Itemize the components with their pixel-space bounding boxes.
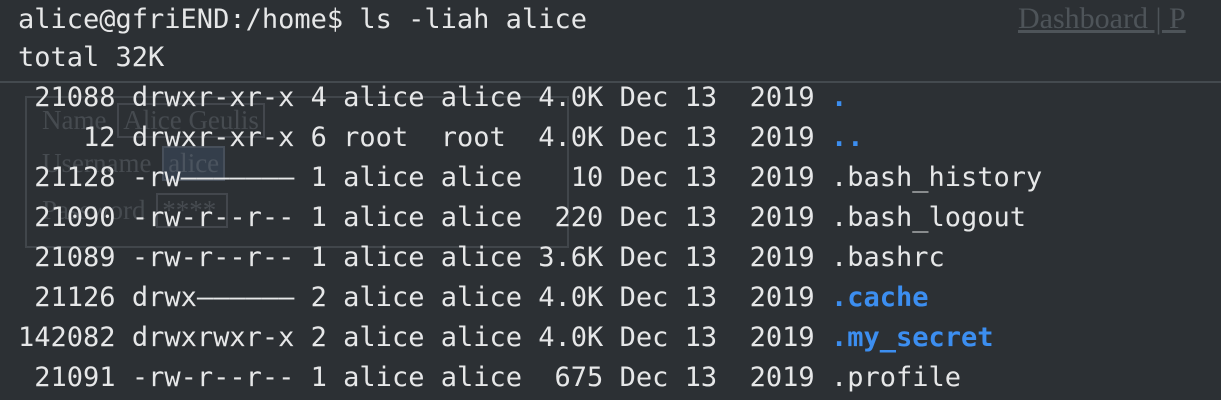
modified-day: 13 [684, 242, 718, 273]
modified-day: 13 [684, 322, 718, 353]
file-name: .bash_logout [830, 202, 1027, 233]
modified-month: Dec [619, 282, 669, 313]
listing-row: 21126 drwx—————— 2 alice alice 4.0K Dec … [18, 278, 928, 318]
permissions: drwxr-xr-x [131, 122, 295, 153]
total-line: total 32K [18, 42, 165, 73]
modified-month: Dec [619, 122, 669, 153]
listing-row: 21128 -rw——————— 1 alice alice 10 Dec 13… [18, 158, 1042, 198]
modified-day: 13 [684, 162, 718, 193]
modified-day: 13 [684, 282, 718, 313]
file-size: 4.0K [538, 82, 604, 113]
group: alice [440, 362, 522, 393]
link-count: 2 [310, 322, 327, 353]
link-count: 2 [310, 282, 327, 313]
modified-year: 2019 [749, 162, 815, 193]
modified-month: Dec [619, 362, 669, 393]
group: alice [440, 282, 522, 313]
owner: alice [343, 242, 425, 273]
inode-number: 21088 [34, 82, 116, 113]
file-name: .profile [830, 362, 961, 393]
group: alice [440, 202, 522, 233]
permissions: -rw-r--r-- [131, 242, 295, 273]
listing-row: 21091 -rw-r--r-- 1 alice alice 675 Dec 1… [18, 358, 961, 398]
modified-month: Dec [619, 162, 669, 193]
owner: root [343, 122, 409, 153]
modified-year: 2019 [749, 82, 815, 113]
group: alice [440, 82, 522, 113]
command-text: ls -liah alice [359, 4, 587, 35]
terminal-window[interactable]: Dashboard | P Name Alice Geulis Username… [0, 0, 1221, 400]
file-size: 220 [554, 202, 604, 233]
link-count: 1 [310, 202, 327, 233]
directory-name: .. [830, 122, 864, 153]
owner: alice [343, 322, 425, 353]
directory-name: . [830, 82, 848, 113]
link-count: 1 [310, 242, 327, 273]
file-size: 675 [554, 362, 604, 393]
modified-day: 13 [684, 202, 718, 233]
modified-year: 2019 [749, 122, 815, 153]
owner: alice [343, 202, 425, 233]
permissions: drwxrwxr-x [131, 322, 295, 353]
group: alice [440, 242, 522, 273]
modified-year: 2019 [749, 362, 815, 393]
listing-row: 21088 drwxr-xr-x 4 alice alice 4.0K Dec … [18, 78, 847, 118]
link-count: 4 [310, 82, 327, 113]
file-size: 4.0K [538, 122, 604, 153]
permissions: drwxr-xr-x [131, 82, 295, 113]
group: root [440, 122, 506, 153]
file-name: .bash_history [830, 162, 1043, 193]
file-size: 10 [570, 162, 604, 193]
file-name: .bashrc [830, 242, 945, 273]
terminal-output[interactable]: alice@gfriEND:/home$ ls -liah alice tota… [0, 0, 1221, 400]
modified-day: 13 [684, 362, 718, 393]
permissions: drwx—————— [131, 282, 295, 313]
owner: alice [343, 362, 425, 393]
inode-number: 21089 [34, 242, 116, 273]
modified-day: 13 [684, 122, 718, 153]
permissions: -rw——————— [131, 162, 295, 193]
modified-month: Dec [619, 82, 669, 113]
inode-number: 142082 [18, 322, 116, 353]
owner: alice [343, 162, 425, 193]
modified-month: Dec [619, 242, 669, 273]
group: alice [440, 162, 522, 193]
listing-row: 21090 -rw-r--r-- 1 alice alice 220 Dec 1… [18, 198, 1026, 238]
file-size: 4.0K [538, 322, 604, 353]
owner: alice [343, 282, 425, 313]
inode-number: 21091 [34, 362, 116, 393]
modified-year: 2019 [749, 242, 815, 273]
listing-row: 142082 drwxrwxr-x 2 alice alice 4.0K Dec… [18, 318, 994, 358]
shell-prompt: alice@gfriEND:/home$ [18, 4, 344, 35]
directory-name: .my_secret [830, 322, 994, 353]
inode-number: 12 [83, 122, 116, 153]
modified-year: 2019 [749, 282, 815, 313]
modified-year: 2019 [749, 322, 815, 353]
link-count: 1 [310, 162, 327, 193]
modified-month: Dec [619, 322, 669, 353]
modified-month: Dec [619, 202, 669, 233]
command-line: alice@gfriEND:/home$ ls -liah alice [18, 0, 587, 40]
inode-number: 21090 [34, 202, 116, 233]
modified-year: 2019 [749, 202, 815, 233]
listing-row: 21089 -rw-r--r-- 1 alice alice 3.6K Dec … [18, 238, 945, 278]
directory-name: .cache [830, 282, 929, 313]
file-size: 4.0K [538, 282, 604, 313]
link-count: 1 [310, 362, 327, 393]
permissions: -rw-r--r-- [131, 202, 295, 233]
permissions: -rw-r--r-- [131, 362, 295, 393]
listing-row: 12 drwxr-xr-x 6 root root 4.0K Dec 13 20… [18, 118, 863, 158]
file-size: 3.6K [538, 242, 604, 273]
link-count: 6 [310, 122, 327, 153]
inode-number: 21126 [34, 282, 116, 313]
modified-day: 13 [684, 82, 718, 113]
owner: alice [343, 82, 425, 113]
group: alice [440, 322, 522, 353]
inode-number: 21128 [34, 162, 116, 193]
